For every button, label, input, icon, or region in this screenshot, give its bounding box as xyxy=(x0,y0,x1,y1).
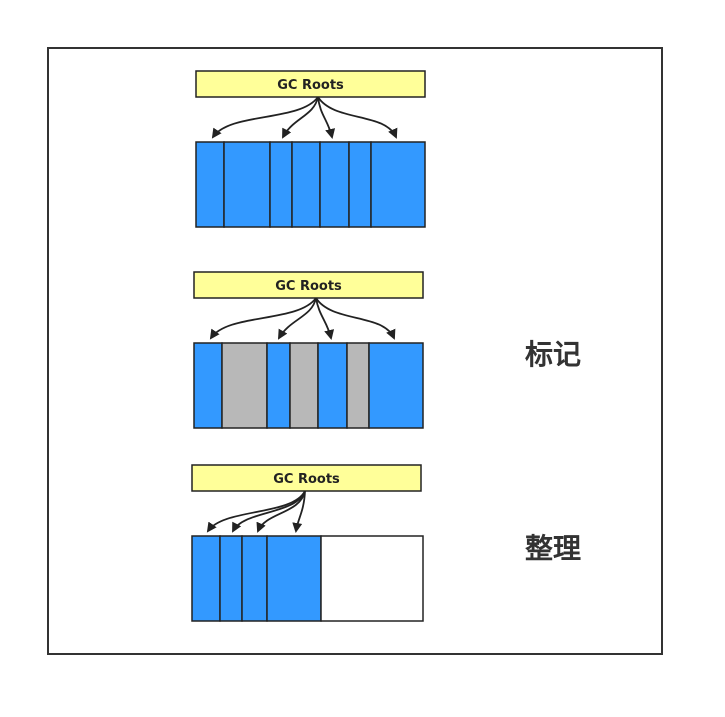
heap-block-live xyxy=(291,141,321,228)
heap-block-live xyxy=(195,141,225,228)
heap-block-live xyxy=(269,141,293,228)
heap-block-live xyxy=(266,342,291,429)
heap-block-dead xyxy=(346,342,370,429)
reference-arrow xyxy=(315,297,396,340)
stage-mark: GC Roots 标记 xyxy=(193,271,581,429)
gc-roots-label: GC Roots xyxy=(277,78,344,93)
stage-initial: GC Roots xyxy=(195,70,426,228)
heap-block-dead xyxy=(221,342,268,429)
heap-block-live xyxy=(223,141,271,228)
heap-block-live xyxy=(193,342,223,429)
heap-block-live xyxy=(370,141,426,228)
reference-arrows xyxy=(206,490,306,533)
heap-memory xyxy=(195,141,426,228)
heap-memory xyxy=(193,342,424,429)
reference-arrows xyxy=(211,96,398,139)
heap-memory xyxy=(191,535,424,622)
gc-roots-label: GC Roots xyxy=(273,472,340,487)
heap-block-live xyxy=(191,535,221,622)
reference-arrow xyxy=(315,297,335,340)
heap-block-free xyxy=(320,535,424,622)
stage-label-mark: 标记 xyxy=(525,338,581,371)
gc-roots-label: GC Roots xyxy=(275,279,342,294)
stage-compact: GC Roots 整理 xyxy=(191,464,581,622)
reference-arrow xyxy=(232,490,306,533)
heap-block-live xyxy=(348,141,372,228)
heap-block-live xyxy=(317,342,348,429)
heap-block-live xyxy=(219,535,243,622)
heap-block-live xyxy=(319,141,350,228)
reference-arrows xyxy=(209,297,396,340)
heap-block-live xyxy=(241,535,268,622)
reference-arrow xyxy=(206,490,306,533)
heap-block-dead xyxy=(289,342,319,429)
stage-label-compact: 整理 xyxy=(525,532,581,565)
heap-block-live xyxy=(368,342,424,429)
heap-block-live xyxy=(266,535,322,622)
gc-mark-compact-diagram: GC Roots GC Roots 标记 GC Roots 整理 xyxy=(191,70,581,622)
reference-arrow xyxy=(317,96,336,139)
